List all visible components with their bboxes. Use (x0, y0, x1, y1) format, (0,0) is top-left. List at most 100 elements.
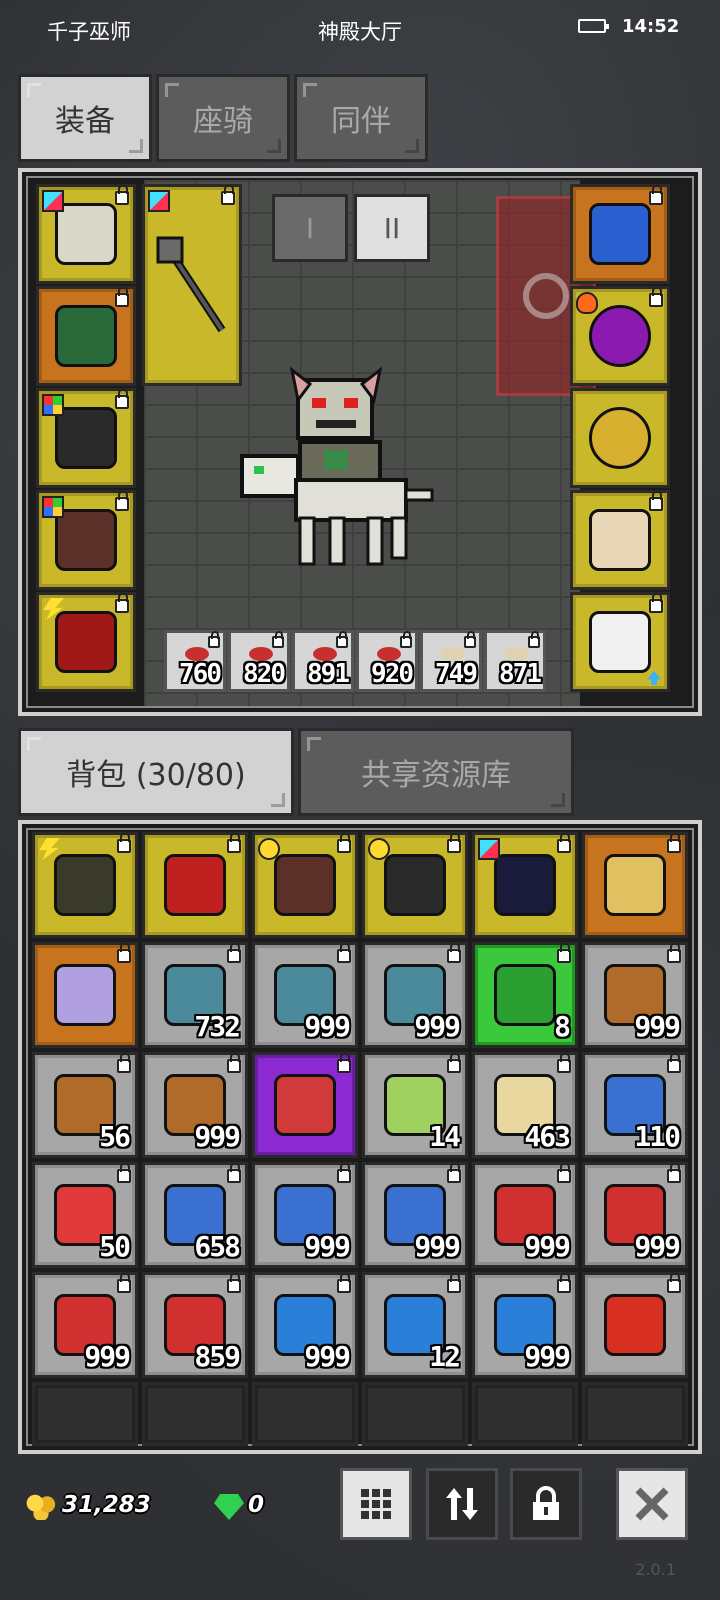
bag-slot[interactable] (142, 1382, 248, 1446)
bag-slot[interactable]: 999 (142, 1052, 248, 1158)
lock-icon (336, 631, 348, 648)
close-button[interactable] (616, 1468, 688, 1540)
bag-slot[interactable] (252, 1382, 358, 1446)
green-armor-icon (55, 305, 117, 367)
bag-slot[interactable] (582, 832, 688, 938)
skeleton-horse-card-icon (589, 509, 651, 571)
red-bag-icon (55, 611, 117, 673)
tab-backpack[interactable]: 背包 (30/80) (18, 728, 294, 816)
enchant-badge-icon (42, 394, 64, 416)
bag-slot[interactable]: 999 (582, 1162, 688, 1268)
battery-icon (578, 19, 609, 33)
bag-slot[interactable]: 999 (32, 1272, 138, 1378)
consumable-slot-1[interactable]: 760 (164, 630, 226, 692)
equip-slot-boots[interactable] (36, 490, 136, 590)
equip-slot-weapon[interactable] (142, 184, 242, 386)
bag-slot[interactable] (472, 1382, 578, 1446)
bag-slot[interactable] (472, 832, 578, 938)
bag-slot[interactable]: 999 (472, 1272, 578, 1378)
tab-label: 共享资源库 (361, 758, 511, 793)
equip-slot-bag[interactable] (36, 592, 136, 692)
bag-slot[interactable] (32, 1382, 138, 1446)
item-quantity: 999 (304, 1010, 351, 1043)
consumable-slot-5[interactable]: 749 (420, 630, 482, 692)
equip-slot-helmet[interactable] (36, 184, 136, 284)
lock-icon (221, 185, 235, 205)
consumable-slot-4[interactable]: 920 (356, 630, 418, 692)
equip-slot-pet[interactable] (570, 592, 670, 692)
lock-icon (227, 943, 241, 963)
bag-slot[interactable]: 463 (472, 1052, 578, 1158)
lock-icon (115, 491, 129, 511)
lock-icon (337, 1053, 351, 1073)
tab-companion[interactable]: 同伴 (294, 74, 428, 162)
bag-slot[interactable]: 999 (252, 1162, 358, 1268)
item-quantity: 999 (304, 1230, 351, 1263)
lock-icon (117, 1053, 131, 1073)
bag-slot[interactable]: 999 (252, 942, 358, 1048)
item-quantity: 920 (371, 659, 414, 689)
equip-slot-ring-1[interactable] (570, 286, 670, 386)
mace-weapon-icon (156, 236, 226, 333)
lock-icon (557, 943, 571, 963)
lock-icon (649, 185, 663, 205)
bag-slot[interactable]: 14 (362, 1052, 468, 1158)
lock-icon (557, 1163, 571, 1183)
enchant-badge-icon (478, 838, 500, 860)
leather-boots-icon (55, 509, 117, 571)
bag-slot[interactable] (252, 832, 358, 938)
bag-slot[interactable] (142, 832, 248, 938)
bag-slot[interactable] (252, 1052, 358, 1158)
lock-icon (117, 943, 131, 963)
sort-button[interactable] (426, 1468, 498, 1540)
equip-slot-amulet[interactable] (570, 184, 670, 284)
bag-slot[interactable]: 999 (472, 1162, 578, 1268)
bag-slot[interactable] (32, 942, 138, 1048)
item-quantity: 999 (194, 1120, 241, 1153)
gold-ring-icon (589, 407, 651, 469)
upgrade-arrow-icon (647, 671, 661, 685)
grid-view-button[interactable] (340, 1468, 412, 1540)
consumable-slot-6[interactable]: 871 (484, 630, 546, 692)
bag-slot[interactable]: 658 (142, 1162, 248, 1268)
bag-slot[interactable] (582, 1272, 688, 1378)
bag-slot[interactable] (362, 832, 468, 938)
equip-slot-ring-2[interactable] (570, 388, 670, 488)
black-gauntlet-icon (55, 407, 117, 469)
location-title: 神殿大厅 (318, 20, 402, 44)
bag-slot[interactable]: 999 (582, 942, 688, 1048)
page-button-1[interactable]: I (272, 194, 348, 262)
lock-icon (649, 287, 663, 307)
lock-icon (447, 1273, 461, 1293)
item-quantity: 891 (307, 659, 350, 689)
page-button-2[interactable]: II (354, 194, 430, 262)
bag-slot[interactable]: 999 (362, 1162, 468, 1268)
lock-icon (117, 833, 131, 853)
bag-slot[interactable] (362, 1382, 468, 1446)
equip-slot-gloves[interactable] (36, 388, 136, 488)
tab-shared-storage[interactable]: 共享资源库 (298, 728, 574, 816)
lock-mode-button[interactable] (510, 1468, 582, 1540)
consumable-slot-2[interactable]: 820 (228, 630, 290, 692)
tab-mount[interactable]: 座骑 (156, 74, 290, 162)
bag-slot[interactable]: 999 (252, 1272, 358, 1378)
bag-slot[interactable]: 110 (582, 1052, 688, 1158)
bag-slot[interactable]: 8 (472, 942, 578, 1048)
bag-slot[interactable] (582, 1382, 688, 1446)
bag-slot[interactable] (32, 832, 138, 938)
item-quantity: 658 (194, 1230, 241, 1263)
lock-icon (667, 1163, 681, 1183)
bag-slot[interactable]: 56 (32, 1052, 138, 1158)
bag-slot[interactable]: 999 (362, 942, 468, 1048)
equip-slot-armor[interactable] (36, 286, 136, 386)
lock-icon (115, 287, 129, 307)
bag-slot[interactable]: 859 (142, 1272, 248, 1378)
bag-slot[interactable]: 12 (362, 1272, 468, 1378)
equip-slot-mount-card[interactable] (570, 490, 670, 590)
consumable-slot-3[interactable]: 891 (292, 630, 354, 692)
bag-slot[interactable]: 50 (32, 1162, 138, 1268)
tab-equipment[interactable]: 装备 (18, 74, 152, 162)
version-label: 2.0.1 (635, 1560, 676, 1579)
lock-icon (208, 631, 220, 648)
bag-slot[interactable]: 732 (142, 942, 248, 1048)
